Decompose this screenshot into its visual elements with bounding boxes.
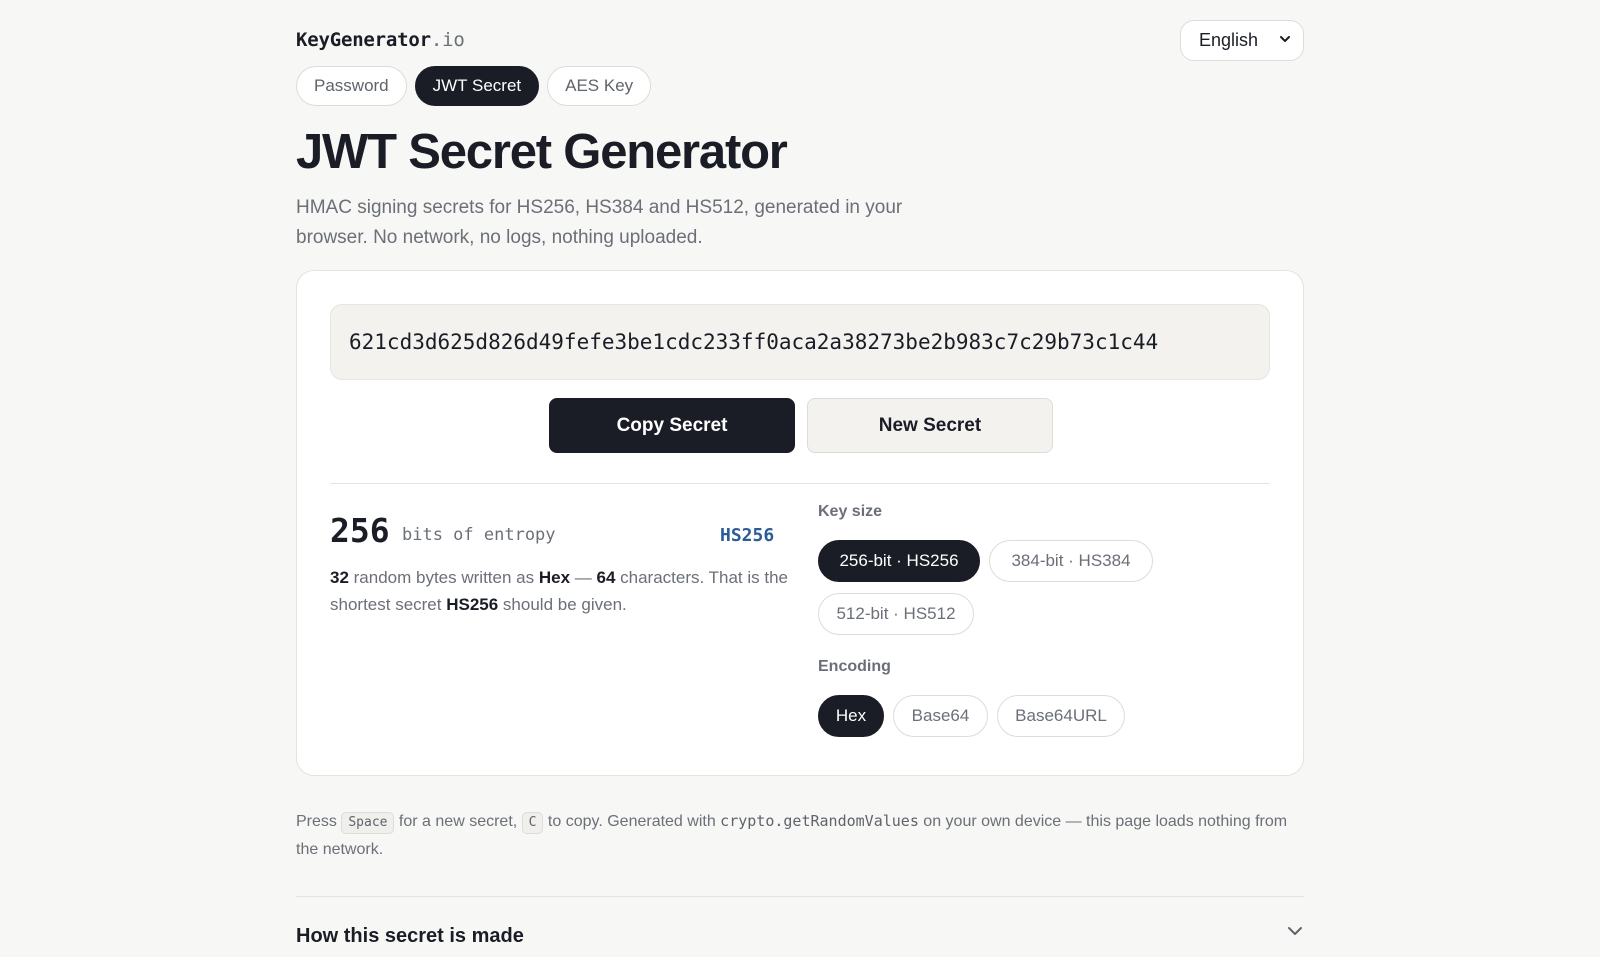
section-divider — [296, 896, 1304, 897]
copy-secret-button[interactable]: Copy Secret — [549, 398, 795, 453]
desc-text-2: — — [570, 568, 597, 587]
hint-mid-1: for a new secret, — [394, 813, 522, 830]
algorithm-badge: HS256 — [720, 525, 775, 546]
encoding-base64[interactable]: Base64 — [893, 695, 988, 737]
chevron-down-icon[interactable] — [1286, 922, 1304, 945]
desc-encoding: Hex — [538, 568, 571, 587]
secret-output[interactable]: 621cd3d625d826d49fefe3be1cdc233ff0aca2a3… — [330, 304, 1270, 380]
tab-jwt-secret[interactable]: JWT Secret — [414, 66, 540, 106]
key-size-384[interactable]: 384-bit · HS384 — [989, 540, 1153, 582]
entropy-description: 32 random bytes written as Hex — 64 char… — [330, 564, 792, 618]
desc-chars: 64 — [596, 568, 616, 587]
entropy-label: bits of entropy — [402, 525, 556, 545]
keyboard-hint: Press Space for a new secret, C to copy.… — [296, 807, 1304, 864]
hint-press: Press — [296, 813, 342, 830]
desc-text-4: should be given. — [498, 595, 627, 614]
tab-aes-key[interactable]: AES Key — [547, 66, 652, 106]
desc-text-1: random bytes written as — [348, 568, 539, 587]
desc-bytes: 32 — [330, 568, 349, 587]
kbd-c: C — [521, 812, 544, 834]
page-title: JWT Secret Generator — [296, 125, 788, 179]
brand-name: KeyGenerator — [296, 29, 431, 51]
kbd-space: Space — [341, 812, 395, 834]
encoding-hex[interactable]: Hex — [818, 695, 884, 737]
hint-mid-2: to copy. Generated with — [543, 813, 721, 830]
key-size-512[interactable]: 512-bit · HS512 — [818, 593, 974, 635]
page-subtitle: HMAC signing secrets for HS256, HS384 an… — [296, 197, 903, 248]
language-select[interactable]: English — [1180, 20, 1304, 61]
encoding-label: Encoding — [818, 658, 891, 675]
key-size-256[interactable]: 256-bit · HS256 — [818, 540, 980, 582]
generator-card: 621cd3d625d826d49fefe3be1cdc233ff0aca2a3… — [296, 270, 1304, 776]
key-size-label: Key size — [818, 503, 883, 520]
new-secret-button[interactable]: New Secret — [807, 398, 1053, 453]
entropy-bits: 256 — [330, 511, 390, 550]
chevron-down-icon — [1279, 33, 1291, 48]
hint-api: crypto.getRandomValues — [720, 812, 919, 830]
faq-how-made-title[interactable]: How this secret is made — [296, 925, 524, 948]
desc-algorithm: HS256 — [446, 595, 499, 614]
encoding-base64url[interactable]: Base64URL — [997, 695, 1125, 737]
brand-logo[interactable]: KeyGenerator.io — [296, 29, 465, 51]
brand-tld: .io — [430, 29, 465, 51]
generator-tabs: Password JWT Secret AES Key — [296, 66, 652, 106]
language-selected: English — [1199, 30, 1259, 50]
tab-password[interactable]: Password — [296, 66, 407, 106]
card-divider — [330, 483, 1270, 484]
